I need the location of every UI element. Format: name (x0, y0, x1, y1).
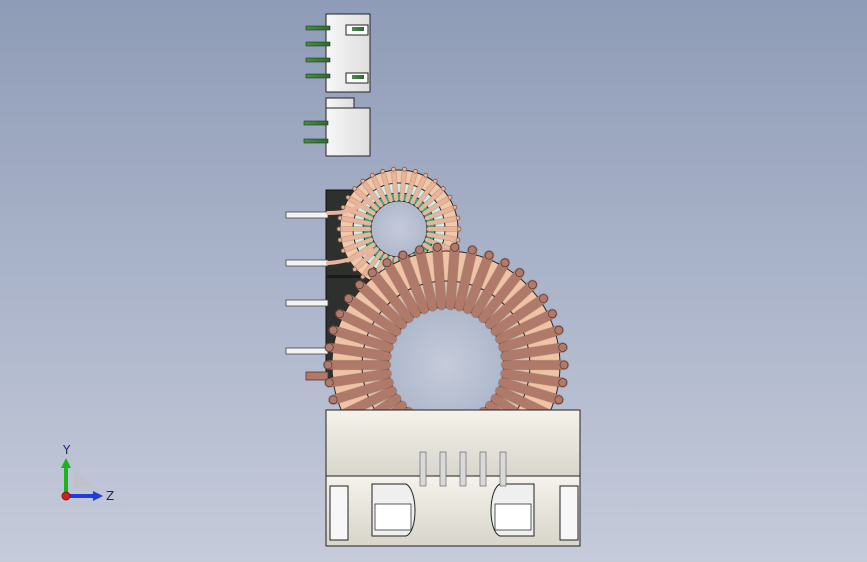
winding-cap (455, 237, 461, 243)
winding-cap (539, 294, 548, 303)
winding-cap (340, 248, 346, 253)
winding-cap (328, 395, 338, 405)
winding-cap (352, 267, 357, 272)
winding-cap (402, 167, 407, 172)
connector-2pin[interactable] (303, 97, 371, 157)
winding-turn (399, 167, 407, 202)
winding-cap (433, 178, 438, 184)
winding-cap (558, 378, 568, 387)
winding-cap (344, 294, 353, 303)
winding-turn (432, 242, 446, 310)
winding-cap (360, 178, 365, 184)
winding-turn (446, 242, 460, 310)
winding-cap (452, 205, 458, 210)
winding-cap (528, 280, 537, 290)
winding-cap (368, 268, 377, 278)
z-axis-label: Z (106, 489, 114, 503)
winding-cap (456, 226, 462, 232)
winding-cap (455, 215, 461, 221)
base-mount[interactable] (325, 409, 581, 547)
winding-turn (391, 167, 399, 202)
winding-cap (324, 378, 334, 387)
winding-cap (398, 250, 408, 260)
winding-cap (337, 215, 343, 221)
winding-cap (413, 169, 418, 174)
cad-viewport[interactable]: Y Z (0, 0, 867, 562)
winding-cap (323, 360, 333, 370)
winding-cap (558, 343, 568, 352)
winding-cap (352, 186, 357, 191)
winding-cap (547, 309, 557, 319)
winding-cap (382, 258, 392, 268)
winding-cap (441, 186, 446, 191)
winding-cap (559, 360, 569, 370)
y-axis-label: Y (62, 443, 71, 457)
winding-cap (500, 258, 510, 268)
winding-cap (554, 395, 564, 405)
winding-cap (447, 195, 453, 200)
winding-cap (391, 167, 396, 172)
winding-cap (337, 237, 343, 243)
winding-cap (360, 274, 365, 280)
winding-cap (380, 169, 385, 174)
winding-cap (484, 250, 494, 260)
connector-4pin[interactable] (305, 13, 371, 93)
winding-cap (345, 195, 351, 200)
winding-cap (432, 243, 442, 252)
winding-cap (355, 280, 364, 290)
winding-cap (324, 343, 334, 352)
winding-cap (450, 243, 460, 252)
winding-cap (467, 245, 477, 255)
winding-cap (423, 173, 428, 178)
bracket-pins (285, 211, 329, 381)
cad-model-scene[interactable] (0, 0, 867, 562)
winding-cap (336, 226, 342, 232)
winding-cap (515, 268, 524, 278)
winding-cap (340, 205, 346, 210)
coordinate-triad: Y Z (61, 443, 114, 503)
winding-cap (415, 245, 425, 255)
winding-cap (554, 325, 564, 335)
winding-cap (335, 309, 345, 319)
winding-cap (328, 325, 338, 335)
winding-cap (370, 173, 375, 178)
